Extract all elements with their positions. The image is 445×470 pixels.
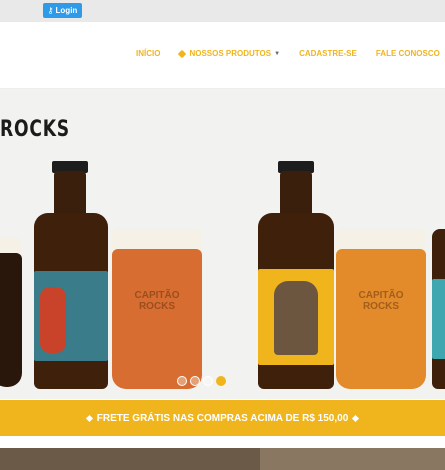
slider-dots	[177, 376, 226, 386]
main-nav: INÍCIO NOSSOS PRODUTOS ▼ CADASTRE-SE FAL…	[136, 49, 440, 58]
hero-slider[interactable]: ROCKS CAPITÃO ROCKS CAPITÃO ROCKS	[0, 89, 445, 399]
nav-item-inicio-label: INÍCIO	[136, 49, 161, 58]
site-header: INÍCIO NOSSOS PRODUTOS ▼ CADASTRE-SE FAL…	[0, 22, 445, 89]
beer-bottle-image	[256, 161, 336, 389]
section-image	[0, 448, 445, 470]
promo-text: FRETE GRÁTIS NAS COMPRAS ACIMA DE R$ 150…	[96, 412, 349, 424]
slider-dot-active[interactable]	[216, 376, 226, 386]
nav-item-inicio[interactable]: INÍCIO	[136, 49, 160, 58]
promo-banner: FRETE GRÁTIS NAS COMPRAS ACIMA DE R$ 150…	[0, 400, 445, 436]
beer-bottle-image	[432, 229, 445, 389]
beer-glass-image	[0, 237, 22, 387]
nav-item-produtos[interactable]: NOSSOS PRODUTOS ▼	[178, 49, 281, 58]
beer-bottle-image	[32, 161, 110, 389]
slider-dot[interactable]	[203, 376, 213, 386]
nav-item-cadastre[interactable]: CADASTRE-SE	[299, 49, 357, 58]
nav-item-contato[interactable]: FALE CONOSCO	[376, 49, 440, 58]
login-label: Login	[55, 6, 78, 15]
nav-item-produtos-label: NOSSOS PRODUTOS	[189, 49, 272, 58]
nav-item-cadastre-label: CADASTRE-SE	[299, 49, 357, 58]
diamond-icon	[352, 414, 360, 422]
tag-icon	[178, 49, 187, 58]
diamond-icon	[85, 414, 93, 422]
key-icon: ⚷	[47, 5, 54, 15]
slider-dot[interactable]	[177, 376, 187, 386]
beer-glass-image: CAPITÃO ROCKS	[112, 229, 202, 389]
slider-dot[interactable]	[190, 376, 200, 386]
login-button[interactable]: ⚷ Login	[43, 3, 82, 18]
brand-logo-text: ROCKS	[0, 117, 70, 142]
beer-glass-image: CAPITÃO ROCKS	[336, 229, 426, 389]
nav-item-contato-label: FALE CONOSCO	[375, 49, 440, 58]
top-bar: ⚷ Login	[0, 0, 445, 22]
caret-down-icon: ▼	[274, 50, 281, 57]
